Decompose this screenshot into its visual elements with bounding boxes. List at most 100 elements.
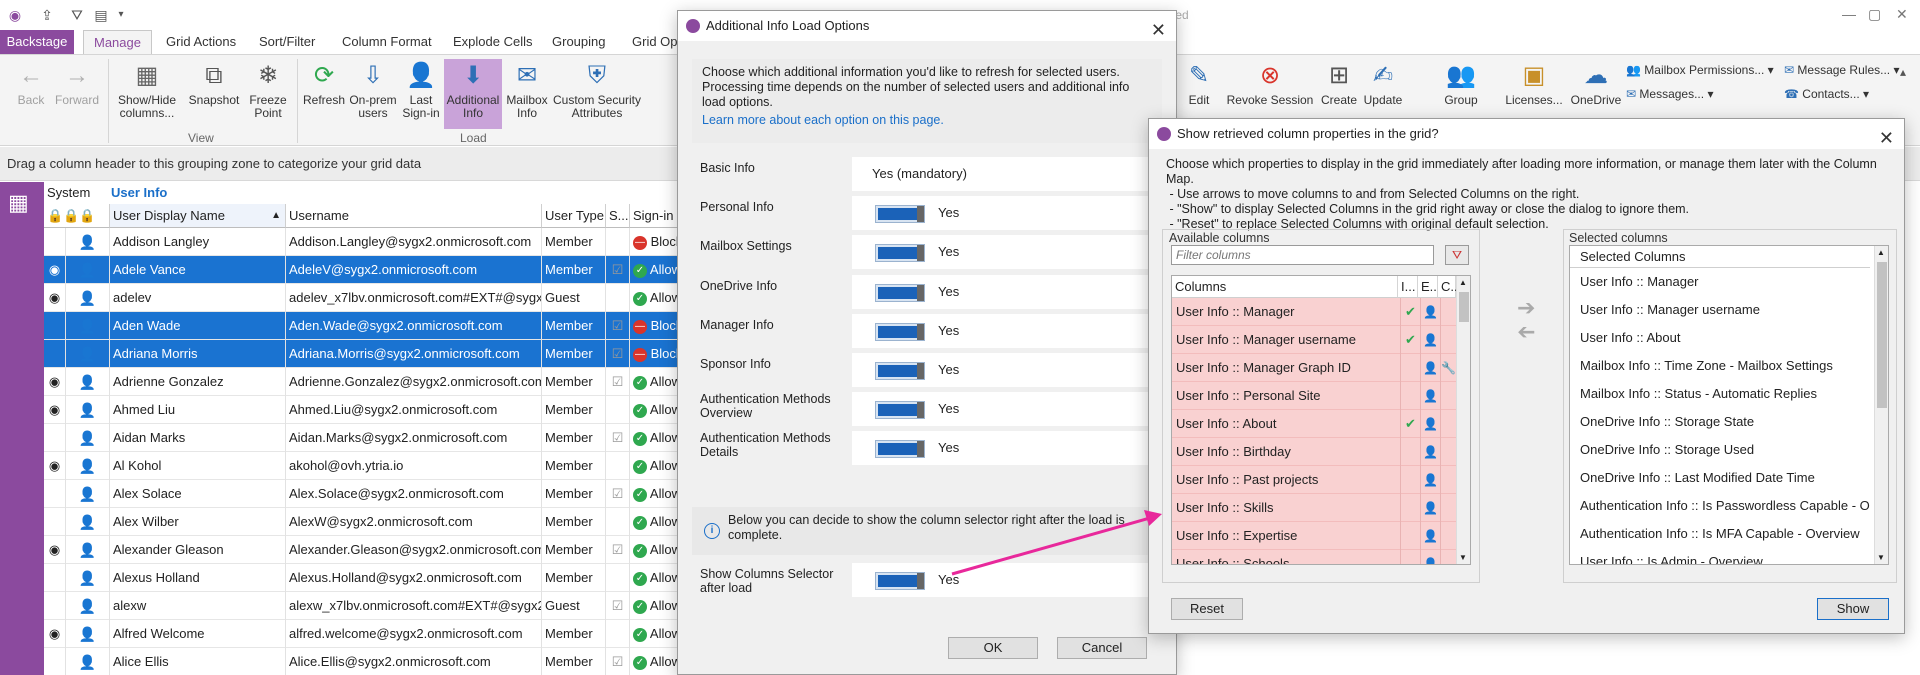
maximize-button[interactable]: ▢ bbox=[1868, 6, 1881, 23]
on-prem-users-button[interactable]: ⇩ On-prem users bbox=[348, 61, 398, 120]
checkbox-icon[interactable]: ☑ bbox=[606, 648, 630, 675]
selected-column-row[interactable]: Mailbox Info :: Time Zone - Mailbox Sett… bbox=[1570, 352, 1870, 380]
grid-settings-icon[interactable]: ▦ bbox=[8, 190, 29, 216]
option-toggle[interactable] bbox=[876, 206, 924, 222]
option-toggle[interactable] bbox=[876, 285, 924, 301]
table-row[interactable]: ◉ 👤 adelev adelev_x7lbv.onmicrosoft.com#EXT… bbox=[44, 284, 684, 312]
clipboard-icon[interactable]: ▤ bbox=[92, 6, 110, 24]
selected-column-row[interactable]: OneDrive Info :: Storage State bbox=[1570, 408, 1870, 436]
tab-backstage[interactable]: Backstage bbox=[0, 30, 74, 54]
additional-info-button[interactable]: ⬇ Additional Info bbox=[444, 59, 502, 129]
mailbox-permissions-button[interactable]: 👥 Mailbox Permissions... ▾ bbox=[1626, 63, 1774, 77]
column-header-username[interactable]: Username bbox=[286, 204, 542, 228]
column-header-sign-in[interactable]: Sign-in bbox=[630, 204, 684, 228]
row-radio-icon[interactable]: ◉ bbox=[44, 284, 66, 312]
clear-filter-button[interactable]: ⛛ bbox=[1445, 245, 1469, 265]
table-row[interactable]: ◉ 👤 Ahmed Liu Ahmed.Liu@sygx2.onmicrosoft.c… bbox=[44, 396, 684, 424]
freeze-point-button[interactable]: ❄ Freeze Point bbox=[245, 61, 291, 120]
available-column-row[interactable]: User Info :: Birthday 👤 bbox=[1172, 438, 1456, 466]
checkbox-icon[interactable]: ☑ bbox=[606, 536, 630, 564]
available-header-columns[interactable]: Columns bbox=[1172, 276, 1398, 298]
last-sign-in-button[interactable]: 👤 Last Sign-in bbox=[400, 61, 442, 120]
message-rules-button[interactable]: ✉ Message Rules... ▾ bbox=[1784, 63, 1899, 77]
row-radio-icon[interactable] bbox=[44, 592, 66, 620]
selected-column-row[interactable]: Mailbox Info :: Status - Automatic Repli… bbox=[1570, 380, 1870, 408]
row-radio-icon[interactable] bbox=[44, 480, 66, 508]
checkbox-icon[interactable]: ☑ bbox=[606, 256, 630, 284]
share-icon[interactable]: ⇪ bbox=[38, 6, 56, 24]
minimize-button[interactable]: — bbox=[1842, 6, 1856, 22]
table-row[interactable]: 👤 Aden Wade Aden.Wade@sygx2.onmicrosoft.co… bbox=[44, 312, 684, 340]
close-icon[interactable]: ✕ bbox=[1879, 123, 1894, 153]
licenses-button[interactable]: ▣ Licenses... bbox=[1504, 61, 1564, 107]
lock-columns-header[interactable]: 🔒🔒🔒 bbox=[44, 204, 110, 228]
checkbox-icon[interactable] bbox=[606, 452, 630, 480]
row-radio-icon[interactable]: ◉ bbox=[44, 368, 66, 396]
refresh-button[interactable]: ⟳ Refresh bbox=[301, 61, 347, 107]
table-row[interactable]: 👤 Addison Langley Addison.Langley@sygx2.on… bbox=[44, 228, 684, 256]
scroll-up-icon[interactable]: ▲ bbox=[1877, 248, 1885, 257]
available-header-i[interactable]: I... bbox=[1398, 276, 1418, 298]
filter-icon[interactable]: ⛛ bbox=[68, 6, 86, 24]
row-radio-icon[interactable] bbox=[44, 340, 66, 368]
quick-access-dropdown-icon[interactable]: ▾ bbox=[112, 6, 130, 24]
checkbox-icon[interactable]: ☑ bbox=[606, 340, 630, 368]
table-row[interactable]: ◉ 👤 Alexander Gleason Alexander.Gleason@syg… bbox=[44, 536, 684, 564]
tab-manage[interactable]: Manage bbox=[83, 30, 152, 54]
table-row[interactable]: ◉ 👤 Adrienne Gonzalez Adrienne.Gonzalez@syg… bbox=[44, 368, 684, 396]
filter-columns-input[interactable]: Filter columns bbox=[1171, 245, 1434, 265]
row-radio-icon[interactable]: ◉ bbox=[44, 256, 66, 284]
selected-column-row[interactable]: OneDrive Info :: Last Modified Date Time bbox=[1570, 464, 1870, 492]
checkbox-icon[interactable]: ☑ bbox=[606, 592, 630, 620]
mailbox-info-button[interactable]: ✉ Mailbox Info bbox=[504, 61, 550, 120]
close-icon[interactable]: ✕ bbox=[1151, 15, 1166, 45]
table-row[interactable]: ◉ 👤 Al Kohol akohol@ovh.ytria.io Member ✓ All… bbox=[44, 452, 684, 480]
selected-header[interactable]: Selected Columns bbox=[1570, 246, 1870, 268]
row-radio-icon[interactable] bbox=[44, 312, 66, 340]
row-radio-icon[interactable]: ◉ bbox=[44, 620, 66, 648]
cancel-button[interactable]: Cancel bbox=[1057, 637, 1147, 659]
group-button[interactable]: 👥 Group bbox=[1436, 61, 1486, 107]
row-radio-icon[interactable]: ◉ bbox=[44, 536, 66, 564]
tab-grouping[interactable]: Grouping bbox=[542, 30, 615, 54]
show-columns-selector-toggle[interactable] bbox=[876, 573, 924, 589]
checkbox-icon[interactable] bbox=[606, 564, 630, 592]
checkbox-icon[interactable] bbox=[606, 228, 630, 256]
scroll-thumb[interactable] bbox=[1459, 292, 1469, 322]
messages-button[interactable]: ✉ Messages... ▾ bbox=[1626, 87, 1713, 101]
scroll-thumb[interactable] bbox=[1877, 262, 1887, 408]
onedrive-button[interactable]: ☁ OneDrive bbox=[1568, 61, 1624, 107]
ok-button[interactable]: OK bbox=[948, 637, 1038, 659]
column-header-display-name[interactable]: User Display Name ▲ bbox=[110, 204, 286, 228]
checkbox-icon[interactable]: ☑ bbox=[606, 368, 630, 396]
forward-button[interactable]: → Forward bbox=[54, 61, 100, 107]
available-column-row[interactable]: User Info :: Personal Site 👤 bbox=[1172, 382, 1456, 410]
close-window-button[interactable]: ✕ bbox=[1896, 6, 1908, 23]
show-button[interactable]: Show bbox=[1817, 598, 1889, 620]
selected-column-row[interactable]: OneDrive Info :: Storage Used bbox=[1570, 436, 1870, 464]
checkbox-icon[interactable] bbox=[606, 284, 630, 312]
create-button[interactable]: ⊞ Create bbox=[1318, 61, 1360, 107]
selected-column-row[interactable]: User Info :: About bbox=[1570, 324, 1870, 352]
table-row[interactable]: ◉ 👤 Alfred Welcome alfred.welcome@sygx2.onm… bbox=[44, 620, 684, 648]
selected-column-row[interactable]: User Info :: Manager bbox=[1570, 268, 1870, 296]
table-row[interactable]: ◉ 👤 Adele Vance AdeleV@sygx2.onmicrosoft.co… bbox=[44, 256, 684, 284]
row-radio-icon[interactable] bbox=[44, 228, 66, 256]
option-toggle[interactable] bbox=[876, 441, 924, 457]
learn-more-link[interactable]: Learn more about each option on this pag… bbox=[702, 113, 1152, 128]
table-row[interactable]: 👤 Adriana Morris Adriana.Morris@sygx2.onmi… bbox=[44, 340, 684, 368]
checkbox-icon[interactable]: ☑ bbox=[606, 424, 630, 452]
column-header-user-type[interactable]: User Type bbox=[542, 204, 606, 228]
table-row[interactable]: 👤 Aidan Marks Aidan.Marks@sygx2.onmicrosof… bbox=[44, 424, 684, 452]
selected-column-row[interactable]: User Info :: Is Admin - Overview bbox=[1570, 548, 1870, 564]
checkbox-icon[interactable]: ☑ bbox=[606, 312, 630, 340]
move-right-arrow-icon[interactable]: ➔ bbox=[1517, 295, 1535, 321]
table-row[interactable]: 👤 Alice Ellis Alice.Ellis@sygx2.onmicrosof… bbox=[44, 648, 684, 675]
checkbox-icon[interactable] bbox=[606, 396, 630, 424]
update-button[interactable]: ✍ Update bbox=[1360, 61, 1406, 107]
checkbox-icon[interactable] bbox=[606, 508, 630, 536]
edit-button[interactable]: ✎ Edit bbox=[1182, 61, 1216, 107]
column-header-s[interactable]: S... bbox=[606, 204, 630, 228]
row-radio-icon[interactable]: ◉ bbox=[44, 396, 66, 424]
option-toggle[interactable] bbox=[876, 363, 924, 379]
